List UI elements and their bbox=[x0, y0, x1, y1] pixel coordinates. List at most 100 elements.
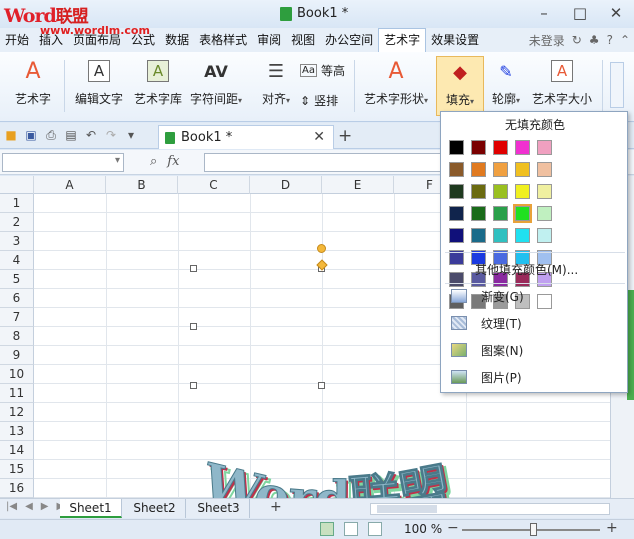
row-header-7[interactable]: 7 bbox=[0, 308, 34, 327]
row-header-15[interactable]: 15 bbox=[0, 460, 34, 479]
color-swatch[interactable] bbox=[537, 228, 552, 243]
first-sheet-icon[interactable]: |◀ bbox=[6, 501, 17, 512]
add-sheet-button[interactable]: + bbox=[270, 499, 282, 515]
color-swatch[interactable] bbox=[537, 184, 552, 199]
color-swatch[interactable] bbox=[449, 162, 464, 177]
redo-icon[interactable]: ↷ bbox=[104, 128, 118, 143]
zoom-in-button[interactable]: + bbox=[606, 520, 618, 536]
side-panel-toggle[interactable] bbox=[627, 290, 634, 400]
color-swatch[interactable] bbox=[471, 162, 486, 177]
fill-button[interactable]: ◆ 填充▾ bbox=[436, 56, 484, 116]
name-box[interactable] bbox=[2, 153, 124, 172]
column-header-E[interactable]: E bbox=[322, 176, 394, 194]
formula-input[interactable] bbox=[204, 153, 442, 172]
align-button[interactable]: ☰ 对齐▾ bbox=[256, 56, 296, 116]
color-swatch[interactable] bbox=[449, 140, 464, 155]
row-header-9[interactable]: 9 bbox=[0, 346, 34, 365]
menu-item-6[interactable]: 审阅 bbox=[252, 28, 286, 52]
row-header-13[interactable]: 13 bbox=[0, 422, 34, 441]
color-swatch[interactable] bbox=[493, 228, 508, 243]
row-header-3[interactable]: 3 bbox=[0, 232, 34, 251]
select-all-corner[interactable] bbox=[0, 176, 34, 194]
picture-item[interactable]: 图片(P) bbox=[447, 365, 623, 389]
color-swatch[interactable] bbox=[471, 184, 486, 199]
undo-icon[interactable]: ↶ bbox=[84, 128, 98, 143]
color-swatch[interactable] bbox=[493, 162, 508, 177]
resize-handle-top-left[interactable] bbox=[190, 265, 197, 272]
minimize-button[interactable]: – bbox=[526, 0, 562, 26]
page-break-view-button[interactable] bbox=[344, 522, 358, 536]
edit-text-button[interactable]: A 编辑文字 bbox=[72, 56, 126, 116]
column-header-C[interactable]: C bbox=[178, 176, 250, 194]
menu-item-5[interactable]: 表格样式 bbox=[194, 28, 252, 52]
new-tab-button[interactable]: + bbox=[338, 126, 352, 146]
row-header-14[interactable]: 14 bbox=[0, 441, 34, 460]
row-header-8[interactable]: 8 bbox=[0, 327, 34, 346]
menu-item-8[interactable]: 办公空间 bbox=[320, 28, 378, 52]
row-header-16[interactable]: 16 bbox=[0, 479, 34, 498]
row-header-6[interactable]: 6 bbox=[0, 289, 34, 308]
color-swatch[interactable] bbox=[471, 206, 486, 221]
color-swatch[interactable] bbox=[471, 140, 486, 155]
prev-sheet-icon[interactable]: ◀ bbox=[25, 501, 33, 512]
close-tab-icon[interactable]: ✕ bbox=[313, 129, 325, 145]
sheet-tab-3[interactable]: Sheet3 bbox=[188, 499, 250, 518]
wordart-shape-button[interactable]: A 艺术字形状▾ bbox=[360, 56, 432, 116]
shirt-icon[interactable]: ♣ bbox=[589, 33, 600, 47]
print-preview-icon[interactable]: ▤ bbox=[64, 128, 78, 143]
horizontal-scrollbar[interactable] bbox=[370, 503, 610, 515]
next-sheet-icon[interactable]: ▶ bbox=[41, 501, 49, 512]
resize-handle-left[interactable] bbox=[190, 323, 197, 330]
horizontal-scroll-thumb[interactable] bbox=[377, 505, 437, 513]
color-swatch[interactable] bbox=[515, 140, 530, 155]
login-link[interactable]: 未登录 bbox=[529, 32, 565, 49]
resize-handle-bottom[interactable] bbox=[318, 382, 325, 389]
zoom-out-button[interactable]: − bbox=[447, 520, 459, 536]
chevron-up-icon[interactable]: ⌃ bbox=[620, 33, 630, 47]
menu-item-7[interactable]: 视图 bbox=[286, 28, 320, 52]
color-swatch[interactable] bbox=[449, 184, 464, 199]
row-header-2[interactable]: 2 bbox=[0, 213, 34, 232]
row-header-12[interactable]: 12 bbox=[0, 403, 34, 422]
color-swatch[interactable] bbox=[515, 184, 530, 199]
color-swatch[interactable] bbox=[515, 228, 530, 243]
pattern-item[interactable]: 图案(N) bbox=[447, 338, 623, 362]
save-icon[interactable]: ▣ bbox=[24, 128, 38, 143]
sheet-tab-2[interactable]: Sheet2 bbox=[124, 499, 186, 518]
column-header-B[interactable]: B bbox=[106, 176, 178, 194]
wordart-object[interactable]: Word联盟 Word联盟 Word联盟 bbox=[190, 458, 480, 498]
open-folder-icon[interactable]: ■ bbox=[4, 128, 18, 143]
no-fill-option[interactable]: 无填充颜色 bbox=[441, 116, 629, 133]
outline-button[interactable]: ✎ 轮廓▾ bbox=[486, 56, 526, 116]
menu-item-9[interactable]: 艺术字 bbox=[378, 28, 427, 52]
vertical-button[interactable]: ⇕ 竖排 bbox=[300, 92, 338, 109]
gradient-item[interactable]: 渐变(G) bbox=[447, 284, 623, 308]
maximize-button[interactable]: □ bbox=[562, 0, 598, 26]
color-swatch[interactable] bbox=[513, 204, 532, 223]
wordart-button[interactable]: A 艺术字 bbox=[8, 56, 58, 116]
row-header-10[interactable]: 10 bbox=[0, 365, 34, 384]
document-tab[interactable]: Book1 * ✕ bbox=[158, 125, 334, 149]
color-swatch[interactable] bbox=[493, 184, 508, 199]
normal-view-button[interactable] bbox=[320, 522, 334, 536]
color-swatch[interactable] bbox=[537, 162, 552, 177]
texture-item[interactable]: 纹理(T) bbox=[447, 311, 623, 335]
insert-function-button[interactable]: fx bbox=[167, 154, 179, 169]
close-window-button[interactable]: ✕ bbox=[598, 0, 634, 26]
print-icon[interactable]: ⎙ bbox=[44, 128, 58, 143]
more-fill-colors-item[interactable]: 其他填充颜色(M)... bbox=[447, 257, 623, 281]
help-icon[interactable]: ? bbox=[607, 33, 613, 47]
wordart-gallery-button[interactable]: A 艺术字库 bbox=[130, 56, 186, 116]
color-swatch[interactable] bbox=[515, 162, 530, 177]
row-header-4[interactable]: 4 bbox=[0, 251, 34, 270]
rotate-handle[interactable] bbox=[317, 244, 326, 253]
row-header-5[interactable]: 5 bbox=[0, 270, 34, 289]
color-swatch[interactable] bbox=[493, 140, 508, 155]
refresh-icon[interactable]: ↻ bbox=[572, 33, 582, 47]
zoom-formula-icon[interactable]: ⌕ bbox=[150, 154, 157, 169]
equal-height-button[interactable]: Aa 等高 bbox=[300, 62, 345, 79]
wordart-size-button[interactable]: A 艺术字大小 bbox=[530, 56, 594, 116]
page-layout-view-button[interactable] bbox=[368, 522, 382, 536]
ribbon-more-icon[interactable] bbox=[610, 62, 624, 108]
resize-handle-bottom-left[interactable] bbox=[190, 382, 197, 389]
